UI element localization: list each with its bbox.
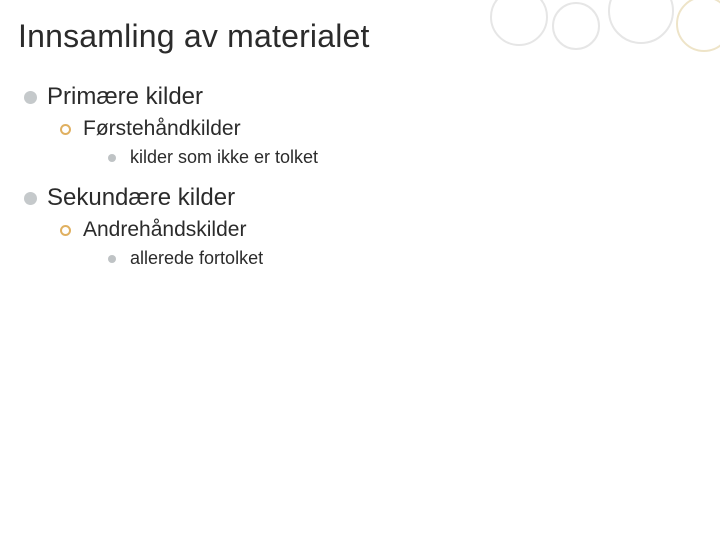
list-item-label: Primære kilder <box>47 83 203 111</box>
bullet-filled-icon <box>24 91 37 104</box>
list-item-label: allerede fortolket <box>130 248 263 269</box>
slide-title: Innsamling av materialet <box>18 18 696 55</box>
bullet-small-icon <box>108 255 116 263</box>
bullet-open-icon <box>60 225 71 236</box>
list-item: Andrehåndskilder <box>60 218 696 242</box>
list-item-label: kilder som ikke er tolket <box>130 147 318 168</box>
slide-content: Innsamling av materialet Primære kilder … <box>0 0 720 269</box>
bullet-small-icon <box>108 154 116 162</box>
list-item: Sekundære kilder <box>24 184 696 212</box>
list-item-label: Sekundære kilder <box>47 184 235 212</box>
list-item: allerede fortolket <box>108 248 696 269</box>
list-item-label: Førstehåndkilder <box>83 117 241 141</box>
bullet-open-icon <box>60 124 71 135</box>
list-item-label: Andrehåndskilder <box>83 218 246 242</box>
list-item: kilder som ikke er tolket <box>108 147 696 168</box>
list-item: Førstehåndkilder <box>60 117 696 141</box>
list-item: Primære kilder <box>24 83 696 111</box>
bullet-filled-icon <box>24 192 37 205</box>
